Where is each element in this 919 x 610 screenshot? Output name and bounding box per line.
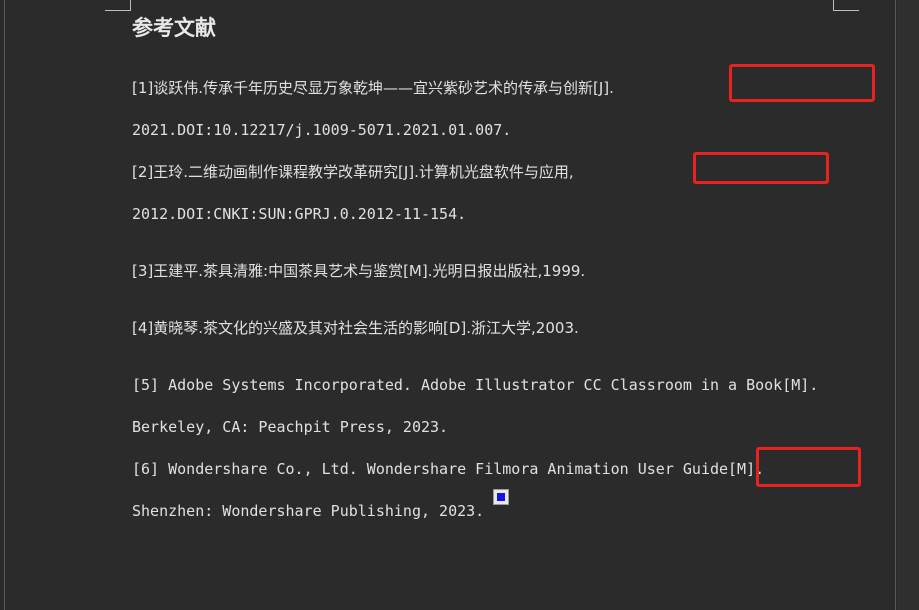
- reference-5-line-2[interactable]: Berkeley, CA: Peachpit Press, 2023.: [132, 417, 448, 437]
- references-heading: 参考文献: [132, 16, 216, 40]
- reference-3-line-1[interactable]: [3]王建平.茶具清雅:中国茶具艺术与鉴赏[M].光明日报出版社,1999.: [132, 261, 585, 281]
- reference-2-line-2[interactable]: 2012.DOI:CNKI:SUN:GPRJ.0.2012-11-154.: [132, 204, 466, 224]
- reference-2-line-1[interactable]: [2]王玲.二维动画制作课程教学改革研究[J].计算机光盘软件与应用,: [132, 162, 574, 182]
- reference-5-line-1[interactable]: [5] Adobe Systems Incorporated. Adobe Il…: [132, 375, 818, 395]
- reference-1-line-1[interactable]: [1]谈跃伟.传承千年历史尽显万象乾坤——宜兴紫砂艺术的传承与创新[J].: [132, 78, 614, 98]
- crop-mark-top-left: [105, 0, 131, 11]
- highlight-box-reference-2: [693, 152, 829, 184]
- reference-6-line-2[interactable]: Shenzhen: Wondershare Publishing, 2023.: [132, 501, 484, 521]
- reference-1-line-2[interactable]: 2021.DOI:10.12217/j.1009-5071.2021.01.00…: [132, 120, 511, 140]
- window-margin: [897, 0, 919, 610]
- object-anchor-icon[interactable]: [493, 489, 509, 505]
- reference-4-line-1[interactable]: [4]黄晓琴.茶文化的兴盛及其对社会生活的影响[D].浙江大学,2003.: [132, 318, 579, 338]
- highlight-box-reference-6: [756, 447, 861, 487]
- reference-6-line-1[interactable]: [6] Wondershare Co., Ltd. Wondershare Fi…: [132, 459, 764, 479]
- crop-mark-top-right: [833, 0, 859, 11]
- highlight-box-reference-1: [729, 64, 875, 102]
